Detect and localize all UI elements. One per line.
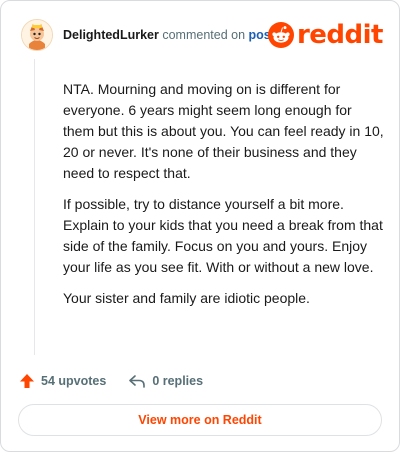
comment-meta: DelightedLurker commented on post xyxy=(63,27,275,43)
comment-paragraph: Your sister and family are idiotic peopl… xyxy=(63,290,310,306)
upvote-arrow-icon xyxy=(20,374,34,388)
reddit-snoo-icon xyxy=(267,22,294,48)
thread-line xyxy=(34,59,35,355)
upvote-count: 54 upvotes xyxy=(41,374,107,388)
user-avatar[interactable] xyxy=(21,19,53,51)
username-link[interactable]: DelightedLurker xyxy=(63,28,159,42)
comment-header: DelightedLurker commented on post reddit xyxy=(17,17,384,51)
reddit-logo[interactable]: reddit xyxy=(267,20,384,50)
comment-embed-card: DelightedLurker commented on post reddit… xyxy=(0,0,400,452)
avatar-icon xyxy=(22,20,52,50)
comment-paragraph: If possible, try to distance yourself a … xyxy=(63,196,383,275)
reply-button[interactable]: 0 replies xyxy=(128,373,203,389)
reply-arrow-icon xyxy=(129,375,146,388)
reply-count: 0 replies xyxy=(152,374,204,388)
comment-actions: 54 upvotes 0 replies xyxy=(19,371,225,391)
reddit-wordmark: reddit xyxy=(296,20,384,50)
comment-body: NTA. Mourning and moving on is different… xyxy=(63,79,385,319)
commented-on-label: commented on xyxy=(162,28,246,42)
comment-paragraph: NTA. Mourning and moving on is different… xyxy=(63,81,384,181)
upvote-button[interactable]: 54 upvotes xyxy=(19,373,106,389)
view-more-button[interactable]: View more on Reddit xyxy=(18,404,382,436)
